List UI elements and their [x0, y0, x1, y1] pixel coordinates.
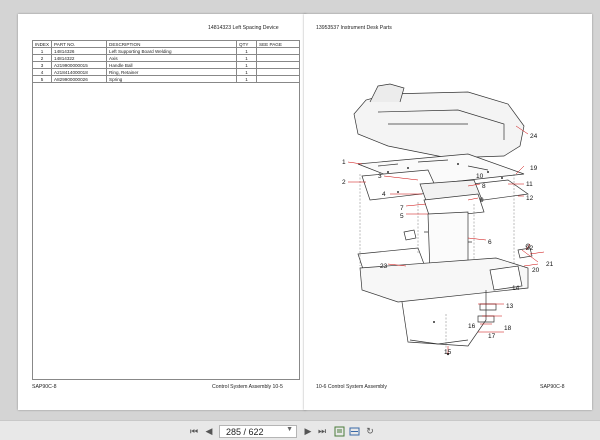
- callout-2: 2: [342, 179, 346, 186]
- table-row: 4 A218414000018 Ring, Retainer 1: [31, 68, 300, 76]
- right-page-footer-left: 10-6 Control System Assembly: [316, 384, 387, 390]
- cell-index: 3: [31, 61, 53, 69]
- callout-3: 3: [378, 173, 382, 180]
- callout-18: 18: [504, 325, 512, 332]
- next-page-icon[interactable]: ▶: [302, 425, 314, 437]
- cell-see-page: [256, 54, 300, 62]
- cell-description: Ring, Retainer: [106, 68, 238, 76]
- table-header-row: INDEX PART NO. DESCRIPTION QTY SEE PAGE: [31, 40, 300, 48]
- cell-see-page: [256, 75, 300, 83]
- left-page: 14814323 Left Spacing Device INDEX PART …: [18, 14, 306, 410]
- right-page: 13953537 Instrument Desk Parts 1 2 3 4 5…: [304, 14, 592, 410]
- callout-24: 24: [530, 133, 538, 140]
- callout-5: 5: [400, 213, 404, 220]
- callout-8: 8: [482, 183, 486, 190]
- callout-19: 19: [530, 165, 538, 172]
- col-see-page: SEE PAGE: [256, 40, 300, 48]
- fit-page-icon[interactable]: [333, 425, 345, 437]
- cell-see-page: [256, 47, 300, 55]
- cell-qty: 1: [236, 54, 258, 62]
- last-page-icon[interactable]: ⏭: [316, 425, 328, 437]
- viewer-toolbar: ⏮ ◀ 285 / 622 ▼ ▶ ⏭ ↻: [0, 420, 600, 440]
- callout-17: 17: [488, 333, 496, 340]
- cell-part-no: A829900000026: [51, 75, 108, 83]
- col-qty: QTY: [236, 40, 258, 48]
- table-row: 1 14814326 Left Supporting Board Welding…: [31, 47, 300, 55]
- cell-description: Spring: [106, 75, 238, 83]
- callout-15: 15: [444, 349, 452, 356]
- cell-see-page: [256, 68, 300, 76]
- cell-see-page: [256, 61, 300, 69]
- callout-13: 13: [506, 303, 514, 310]
- callout-11: 11: [526, 181, 533, 188]
- cell-qty: 1: [236, 61, 258, 69]
- cell-qty: 1: [236, 47, 258, 55]
- col-index: INDEX: [31, 40, 53, 48]
- callout-4: 4: [382, 191, 386, 198]
- cell-index: 1: [31, 47, 53, 55]
- callout-6: 6: [488, 239, 492, 246]
- document-viewer: 14814323 Left Spacing Device INDEX PART …: [0, 0, 600, 420]
- cell-index: 5: [31, 75, 53, 83]
- first-page-icon[interactable]: ⏮: [188, 425, 200, 437]
- left-page-footer-right: Control System Assembly 10-5: [212, 384, 283, 390]
- table-row: 3 A219900000015 Handle Ball 1: [31, 61, 300, 69]
- callout-1: 1: [342, 159, 346, 166]
- callout-21: 21: [546, 261, 554, 268]
- left-page-header: 14814323 Left Spacing Device: [208, 25, 279, 31]
- cell-part-no: A218414000018: [51, 68, 108, 76]
- right-page-footer-right: SAP90C-8: [540, 384, 565, 390]
- chevron-down-icon[interactable]: ▼: [286, 426, 293, 433]
- cell-index: 2: [31, 54, 53, 62]
- callout-9: 9: [480, 197, 484, 204]
- table-row: 5 A829900000026 Spring 1: [31, 75, 300, 83]
- cell-part-no: 14814326: [51, 47, 108, 55]
- fit-width-icon[interactable]: [348, 425, 360, 437]
- rotate-icon[interactable]: ↻: [364, 425, 376, 437]
- cell-description: Handle Ball: [106, 61, 238, 69]
- callout-12: 12: [526, 195, 534, 202]
- callout-22: 22: [526, 245, 534, 252]
- callout-20: 20: [532, 267, 540, 274]
- table-row: 2 14814322 Axis 1: [31, 54, 300, 62]
- cell-qty: 1: [236, 68, 258, 76]
- cell-description: Left Supporting Board Welding: [106, 47, 238, 55]
- left-page-footer-left: SAP90C-8: [32, 384, 57, 390]
- parts-table-frame: [32, 40, 300, 380]
- callout-14: 14: [512, 285, 520, 292]
- cell-part-no: 14814322: [51, 54, 108, 62]
- callout-23: 23: [380, 263, 388, 270]
- page-number-input[interactable]: 285 / 622 ▼: [219, 425, 297, 438]
- prev-page-icon[interactable]: ◀: [203, 425, 215, 437]
- col-description: DESCRIPTION: [106, 40, 238, 48]
- parts-table: INDEX PART NO. DESCRIPTION QTY SEE PAGE …: [31, 40, 300, 83]
- cell-index: 4: [31, 68, 53, 76]
- right-page-header: 13953537 Instrument Desk Parts: [316, 25, 392, 31]
- page-number-display: 285 / 622: [226, 426, 264, 437]
- cell-description: Axis: [106, 54, 238, 62]
- exploded-parts-diagram: 1 2 3 4 5 6 7 8 9 10 11 12 13 14 15 16 1…: [342, 83, 554, 356]
- callout-7: 7: [400, 205, 404, 212]
- callout-10: 10: [476, 173, 484, 180]
- cell-qty: 1: [236, 75, 258, 83]
- col-part-no: PART NO.: [51, 40, 108, 48]
- cell-part-no: A219900000015: [51, 61, 108, 69]
- callout-16: 16: [468, 323, 476, 330]
